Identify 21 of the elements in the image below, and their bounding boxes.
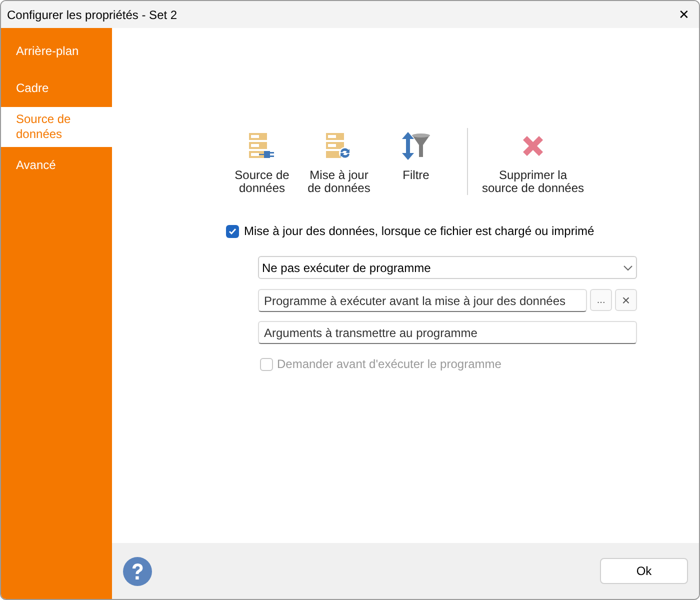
program-dropdown[interactable]: Ne pas exécuter de programme [258,256,637,279]
browse-button[interactable]: ... [590,289,612,311]
arguments-field[interactable]: Arguments à transmettre au programme [258,321,637,344]
ok-button[interactable]: Ok [600,558,688,584]
chevron-down-icon [623,264,633,270]
toolbar-button[interactable]: Filtre [380,131,452,182]
server-plug-icon [247,131,277,161]
help-icon[interactable] [123,556,152,586]
dropdown-value: Ne pas exécuter de programme [262,260,431,276]
toolbar-button[interactable]: Mise à jour de données [303,131,375,195]
program-field[interactable]: Programme à exécuter avant la mise à jour des données [258,289,588,312]
toolbar-button[interactable]: Supprimer la source de données [478,131,588,195]
window-title: Configurer les propriétés - Set 2 [7,6,178,24]
funnel-arrows-icon [401,131,431,161]
checkbox-label: Demander avant d'exécuter le programme [277,356,502,373]
clear-button[interactable]: × [615,289,637,311]
checkbox-label: Mise à jour des données, lorsque ce fichier est chargé ou imprimé [244,223,594,240]
checkmark-icon [228,226,237,236]
toolbar-button[interactable]: Source de données [226,131,298,195]
close-button[interactable]: ✕ [669,1,699,28]
checkbox[interactable] [226,224,239,238]
